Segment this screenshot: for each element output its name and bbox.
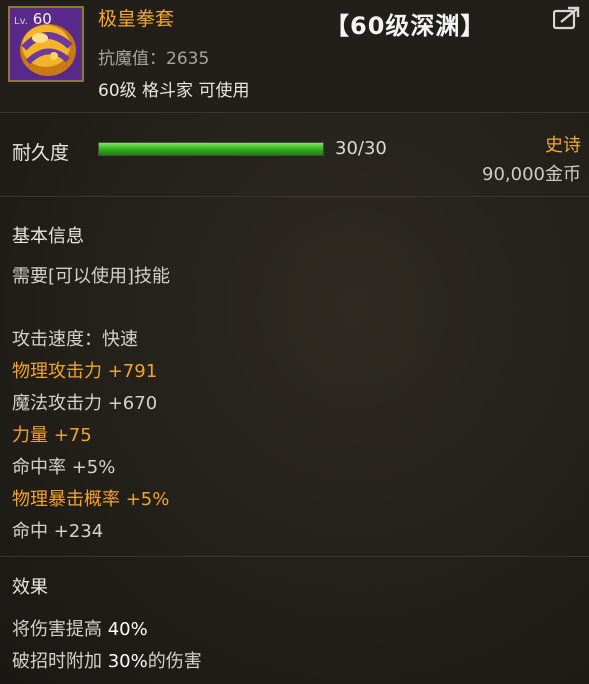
stat-line: 攻击速度：快速: [12, 329, 138, 350]
durability-label: 耐久度: [12, 142, 70, 164]
stat-line: 命中率 +5%: [12, 457, 116, 478]
divider: [0, 556, 589, 557]
dungeon-badge: 【60级深渊】: [325, 12, 486, 40]
item-icon-frame[interactable]: Lv. 60: [8, 6, 84, 82]
basic-info-heading: 基本信息: [12, 226, 84, 247]
effect-heading: 效果: [12, 577, 48, 598]
durability-bar: [98, 142, 324, 156]
stat-line: 物理攻击力 +791: [12, 361, 158, 382]
durability-fill: [99, 143, 323, 155]
item-level: Lv. 60: [14, 10, 52, 28]
divider: [0, 196, 589, 197]
effect-line: 将伤害提高 40%: [12, 619, 148, 640]
stat-line: 力量 +75: [12, 425, 92, 446]
skill-requirement: 需要[可以使用]技能: [12, 266, 171, 287]
stat-line: 魔法攻击力 +670: [12, 393, 158, 414]
rarity-label: 史诗: [545, 135, 581, 156]
usage-requirement: 60级 格斗家 可使用: [98, 81, 250, 101]
divider: [0, 112, 589, 113]
effect-line: 破招时附加 30%的伤害: [12, 651, 202, 672]
stat-line: 物理暴击概率 +5%: [12, 489, 170, 510]
magic-resist: 抗魔值：2635: [98, 49, 210, 69]
price-label: 90,000金币: [482, 164, 581, 185]
durability-value: 30/30: [335, 138, 387, 159]
stat-line: 命中 +234: [12, 521, 104, 542]
share-icon[interactable]: [553, 6, 581, 30]
item-name: 极皇拳套: [98, 8, 175, 30]
item-header: Lv. 60 极皇拳套 【60级深渊】 抗魔值：2635 60级 格斗家 可使用: [0, 0, 589, 112]
